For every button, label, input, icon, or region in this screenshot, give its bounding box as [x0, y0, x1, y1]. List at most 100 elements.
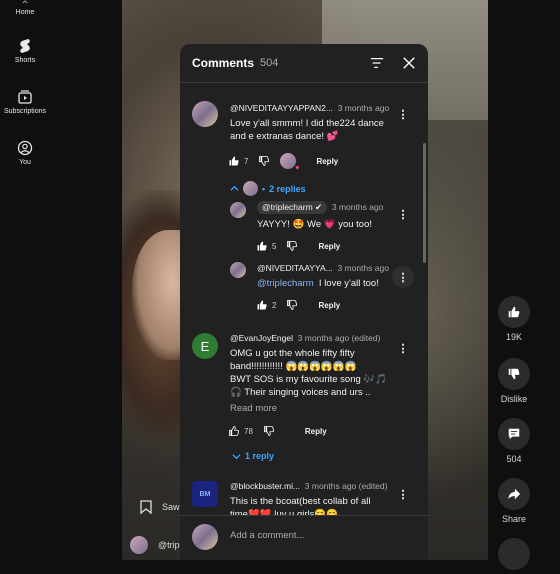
avatar[interactable] — [192, 101, 218, 127]
user-avatar — [192, 524, 218, 550]
chevron-down-icon — [232, 453, 241, 459]
share-button[interactable]: Share — [488, 478, 540, 524]
comment-actions: 5 Reply — [256, 240, 340, 252]
more-options-icon[interactable]: ⋮ — [394, 485, 412, 503]
reply-button[interactable]: Reply — [318, 301, 340, 310]
comment-time: 3 months ago (edited) — [297, 333, 381, 343]
comment-author[interactable]: @NIVEDITAAYYA... — [257, 263, 333, 273]
dislike-label: Dislike — [500, 394, 528, 404]
avatar[interactable] — [230, 262, 246, 278]
thumbs-up-icon[interactable] — [228, 155, 240, 167]
creator-heart-avatar: ♥ — [280, 153, 299, 172]
add-comment-input[interactable]: Add a comment... — [230, 530, 304, 541]
sidebar-item-you[interactable]: You — [0, 140, 50, 166]
comment-actions: 78 Reply — [228, 425, 327, 437]
comments-button[interactable]: 504 — [488, 418, 540, 464]
sidebar-item-subscriptions[interactable]: Subscriptions — [0, 89, 50, 115]
chevron-up-icon — [230, 185, 239, 191]
read-more-link[interactable]: Read more — [230, 403, 277, 414]
mention-link[interactable]: @triplecharm — [257, 278, 314, 289]
sort-icon[interactable] — [370, 56, 384, 70]
thumbs-up-icon — [508, 306, 520, 318]
sidebar-item-home[interactable]: Home — [0, 0, 50, 16]
comment-time: 3 months ago — [337, 263, 389, 273]
reply-button[interactable]: Reply — [318, 242, 340, 251]
shorts-icon — [20, 39, 30, 53]
comment-text-line: band!!!!!!!!!!!! 😱😱😱😱😱😱 — [230, 361, 357, 372]
sidebar-item-label: You — [19, 159, 31, 166]
comment-author[interactable]: @EvanJoyEngel — [230, 333, 293, 343]
thumbs-up-icon[interactable] — [256, 240, 268, 252]
sidebar-item-label: Shorts — [14, 57, 36, 64]
comment-author[interactable]: @triplecharm ✔ — [257, 201, 328, 214]
thumbs-down-icon[interactable] — [286, 240, 298, 252]
comment-text: This is the bcoat(best collab of all tim… — [230, 495, 410, 516]
comments-title: Comments — [192, 56, 255, 70]
comment-text: OMG u got the whole fifty fifty band!!!!… — [230, 347, 410, 399]
subscriptions-icon — [18, 90, 32, 104]
show-replies-toggle[interactable]: 1 reply — [232, 451, 274, 461]
avatar-letter: E — [200, 338, 210, 354]
replies-count: 1 reply — [245, 451, 275, 461]
sidebar-item-label: Subscriptions — [3, 108, 47, 115]
reply-button[interactable]: Reply — [305, 427, 327, 436]
video-overlay-strip: Saw @trip — [122, 490, 180, 560]
comments-header: Comments 504 — [180, 44, 428, 83]
comment-author-line: @triplecharm ✔ 3 months ago — [257, 201, 383, 214]
channel-avatar[interactable] — [130, 536, 148, 554]
more-options-icon[interactable]: ⋮ — [392, 266, 414, 288]
close-icon[interactable] — [402, 56, 416, 70]
dislike-button[interactable]: Dislike — [488, 358, 540, 404]
like-button[interactable]: 19K — [488, 296, 540, 342]
like-count: 7 — [244, 156, 249, 166]
comment-text-line: OMG u got the whole fifty fifty — [230, 348, 355, 359]
you-icon — [17, 140, 33, 156]
avatar[interactable]: E — [192, 333, 218, 359]
comment-author-line: @NIVEDITAAYYAPPAN2... 3 months ago — [230, 103, 389, 113]
thumbs-up-icon[interactable] — [256, 299, 268, 311]
comment-time: 3 months ago (edited) — [304, 481, 388, 491]
comment-text-line: This is the bcoat(best collab of all — [230, 496, 371, 507]
more-options-icon[interactable]: ⋮ — [394, 339, 412, 357]
thumbs-up-icon[interactable] — [228, 425, 240, 437]
like-count: 78 — [244, 426, 253, 436]
comments-panel: Comments 504 @NIVEDITAAYYAPPAN2... 3 mon… — [180, 44, 428, 560]
like-count: 2 — [272, 300, 277, 310]
bookmark-icon[interactable] — [140, 500, 152, 514]
like-count: 5 — [272, 241, 277, 251]
comment-text: I love y'all too! — [318, 278, 379, 289]
left-sidebar: Home Shorts Subscriptions You — [0, 0, 50, 560]
remix-button[interactable] — [488, 538, 540, 574]
reply-button[interactable]: Reply — [316, 157, 338, 166]
comment-text: YAYYY! 🤩 We 💗 you too! — [257, 219, 373, 230]
more-options-icon[interactable]: ⋮ — [394, 105, 412, 123]
comment-author-line: @blockbuster.mi... 3 months ago (edited) — [230, 481, 387, 491]
comments-scrollbar[interactable] — [423, 143, 426, 263]
comments-count: 504 — [260, 57, 279, 69]
more-options-icon[interactable]: ⋮ — [394, 205, 412, 223]
thumbs-down-icon[interactable] — [263, 425, 275, 437]
avatar-text: BM — [199, 490, 211, 498]
comment-author[interactable]: @blockbuster.mi... — [230, 481, 300, 491]
thumbs-down-icon — [508, 368, 520, 380]
creator-avatar — [243, 181, 258, 196]
comment-author-line: @NIVEDITAAYYA... 3 months ago — [257, 263, 389, 273]
avatar[interactable] — [230, 202, 246, 218]
sidebar-item-shorts[interactable]: Shorts — [0, 38, 50, 64]
replies-count: 2 replies — [269, 183, 306, 194]
comment-text-line: @triplecharm I love y'all too! — [257, 277, 407, 290]
like-count: 19K — [505, 332, 522, 342]
avatar[interactable]: BM — [192, 481, 218, 507]
save-label: Saw — [162, 502, 180, 512]
share-label: Share — [501, 514, 527, 524]
comment-time: 3 months ago — [337, 103, 390, 113]
channel-handle[interactable]: @trip — [158, 540, 180, 550]
comment-text: Love y'all smmm! I did the224 dance and … — [230, 118, 384, 142]
share-icon — [508, 488, 521, 500]
comment-count: 504 — [506, 454, 522, 464]
sidebar-item-label: Home — [15, 9, 35, 16]
hide-replies-toggle[interactable]: • 2 replies — [230, 181, 306, 196]
comment-author[interactable]: @NIVEDITAAYYAPPAN2... — [230, 103, 333, 113]
thumbs-down-icon[interactable] — [258, 155, 270, 167]
thumbs-down-icon[interactable] — [286, 299, 298, 311]
